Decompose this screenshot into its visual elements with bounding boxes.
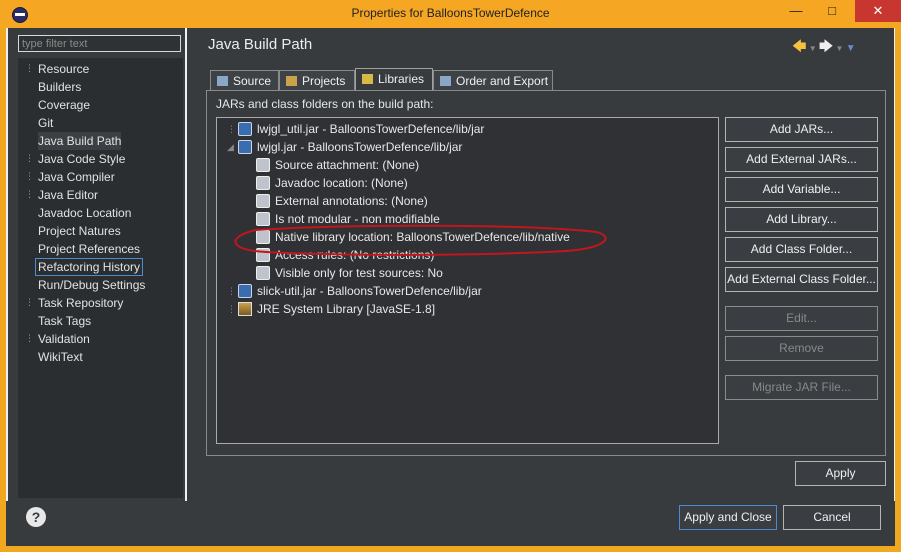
apply-button[interactable]: Apply	[795, 461, 886, 486]
edit-button[interactable]: Edit...	[725, 306, 878, 331]
title-bar: Properties for BalloonsTowerDefence — □ …	[0, 0, 901, 28]
arrow-left-icon[interactable]: 🡄	[792, 38, 806, 54]
expand-twisty-icon[interactable]: ⋮	[25, 171, 34, 182]
annotations-icon	[256, 193, 270, 208]
apply-and-close-button[interactable]: Apply and Close	[679, 505, 777, 530]
nav-item[interactable]: Git	[38, 114, 53, 132]
view-menu-icon[interactable]: ▼	[846, 43, 856, 54]
arrow-right-icon[interactable]: 🡆	[819, 38, 833, 54]
filter-input[interactable]: type filter text	[18, 35, 181, 52]
nav-item[interactable]: Task Tags	[38, 312, 91, 330]
nav-item[interactable]: Resource	[38, 60, 89, 78]
migrate-jar-button[interactable]: Migrate JAR File...	[725, 375, 878, 400]
libraries-icon	[362, 73, 373, 84]
window-title: Properties for BalloonsTowerDefence	[351, 6, 550, 20]
add-external-class-folder-button[interactable]: Add External Class Folder...	[725, 267, 878, 292]
libraries-label: JARs and class folders on the build path…	[216, 97, 434, 111]
entry-attribute[interactable]: Source attachment: (None)	[256, 156, 419, 174]
nav-item[interactable]: Java Editor	[38, 186, 98, 204]
add-external-jars-button[interactable]: Add External JARs...	[725, 147, 878, 172]
entry-attribute[interactable]: External annotations: (None)	[256, 192, 428, 210]
page-title: Java Build Path	[208, 36, 313, 53]
order-export-icon	[440, 75, 451, 86]
nav-arrows: 🡄 ▼ 🡆 ▼ ▼	[792, 36, 856, 60]
close-button[interactable]: ✕	[855, 0, 901, 22]
test-sources-icon	[256, 265, 270, 280]
nav-item[interactable]: Run/Debug Settings	[38, 276, 145, 294]
tab-label: Projects	[302, 74, 346, 88]
expand-twisty-icon[interactable]: ⋮	[25, 297, 34, 308]
jar-icon	[238, 121, 252, 136]
add-library-button[interactable]: Add Library...	[725, 207, 878, 232]
nav-item[interactable]: Java Code Style	[38, 150, 125, 168]
nav-item[interactable]: Javadoc Location	[38, 204, 131, 222]
entry-text: External annotations: (None)	[275, 194, 428, 208]
minimize-button[interactable]: —	[780, 0, 812, 22]
tab-label: Order and Export	[456, 74, 549, 88]
jar-icon	[238, 139, 252, 154]
tree-expander-icon[interactable]: ⋮	[227, 304, 236, 315]
nav-item[interactable]: Java Compiler	[38, 168, 115, 186]
entry-attribute[interactable]: Javadoc location: (None)	[256, 174, 408, 192]
remove-button[interactable]: Remove	[725, 336, 878, 361]
jar-icon	[238, 283, 252, 298]
nav-item[interactable]: Builders	[38, 78, 81, 96]
build-path-entry[interactable]: lwjgl_util.jar - BalloonsTowerDefence/li…	[238, 120, 484, 138]
entry-attribute[interactable]: Visible only for test sources: No	[256, 264, 443, 282]
add-class-folder-button[interactable]: Add Class Folder...	[725, 237, 878, 262]
entry-text: slick-util.jar - BalloonsTowerDefence/li…	[257, 284, 482, 298]
nav-item[interactable]: Coverage	[38, 96, 90, 114]
maximize-button[interactable]: □	[816, 0, 848, 22]
tab-projects[interactable]: Projects	[279, 70, 355, 90]
nav-item[interactable]: Project References	[38, 240, 140, 258]
expand-twisty-icon[interactable]: ⋮	[25, 189, 34, 200]
expand-twisty-icon[interactable]: ⋮	[25, 333, 34, 344]
expand-twisty-icon[interactable]: ⋮	[25, 153, 34, 164]
chevron-down-icon[interactable]: ▼	[833, 44, 845, 53]
source-folder-icon	[217, 75, 228, 86]
tree-expander-icon[interactable]: ⋮	[227, 124, 236, 135]
expand-twisty-icon[interactable]: ⋮	[25, 63, 34, 74]
projects-icon	[286, 75, 297, 86]
tab-source[interactable]: Source	[210, 70, 279, 90]
help-icon[interactable]: ?	[26, 507, 46, 527]
library-icon	[238, 301, 252, 316]
javadoc-icon	[256, 175, 270, 190]
nav-item[interactable]: Java Build Path	[38, 132, 122, 150]
add-variable-button[interactable]: Add Variable...	[725, 177, 878, 202]
entry-text: Source attachment: (None)	[275, 158, 420, 172]
nav-item[interactable]: Refactoring History	[35, 258, 144, 276]
tab-order-and-export[interactable]: Order and Export	[433, 70, 553, 90]
build-path-entry[interactable]: JRE System Library [JavaSE-1.8]	[238, 300, 435, 318]
nav-item[interactable]: Project Natures	[38, 222, 121, 240]
entry-text: Javadoc location: (None)	[275, 176, 408, 190]
build-path-entry[interactable]: slick-util.jar - BalloonsTowerDefence/li…	[238, 282, 482, 300]
build-path-entry[interactable]: lwjgl.jar - BalloonsTowerDefence/lib/jar	[238, 138, 462, 156]
cancel-button[interactable]: Cancel	[783, 505, 881, 530]
annotation-ellipse	[234, 224, 607, 256]
entry-text: lwjgl_util.jar - BalloonsTowerDefence/li…	[257, 122, 485, 136]
tab-label: Source	[233, 74, 272, 88]
source-attachment-icon	[256, 157, 270, 172]
tab-libraries[interactable]: Libraries	[355, 68, 433, 90]
chevron-down-icon[interactable]: ▼	[806, 44, 818, 53]
add-jars-button[interactable]: Add JARs...	[725, 117, 878, 142]
nav-item[interactable]: Task Repository	[38, 294, 123, 312]
tab-label: Libraries	[378, 72, 425, 86]
nav-item[interactable]: WikiText	[38, 348, 83, 366]
tree-expander-icon[interactable]: ◢	[227, 142, 234, 153]
tree-expander-icon[interactable]: ⋮	[227, 286, 236, 297]
entry-text: lwjgl.jar - BalloonsTowerDefence/lib/jar	[257, 140, 463, 154]
entry-text: Visible only for test sources: No	[275, 266, 443, 280]
entry-text: JRE System Library [JavaSE-1.8]	[257, 302, 436, 316]
nav-item[interactable]: Validation	[38, 330, 90, 348]
